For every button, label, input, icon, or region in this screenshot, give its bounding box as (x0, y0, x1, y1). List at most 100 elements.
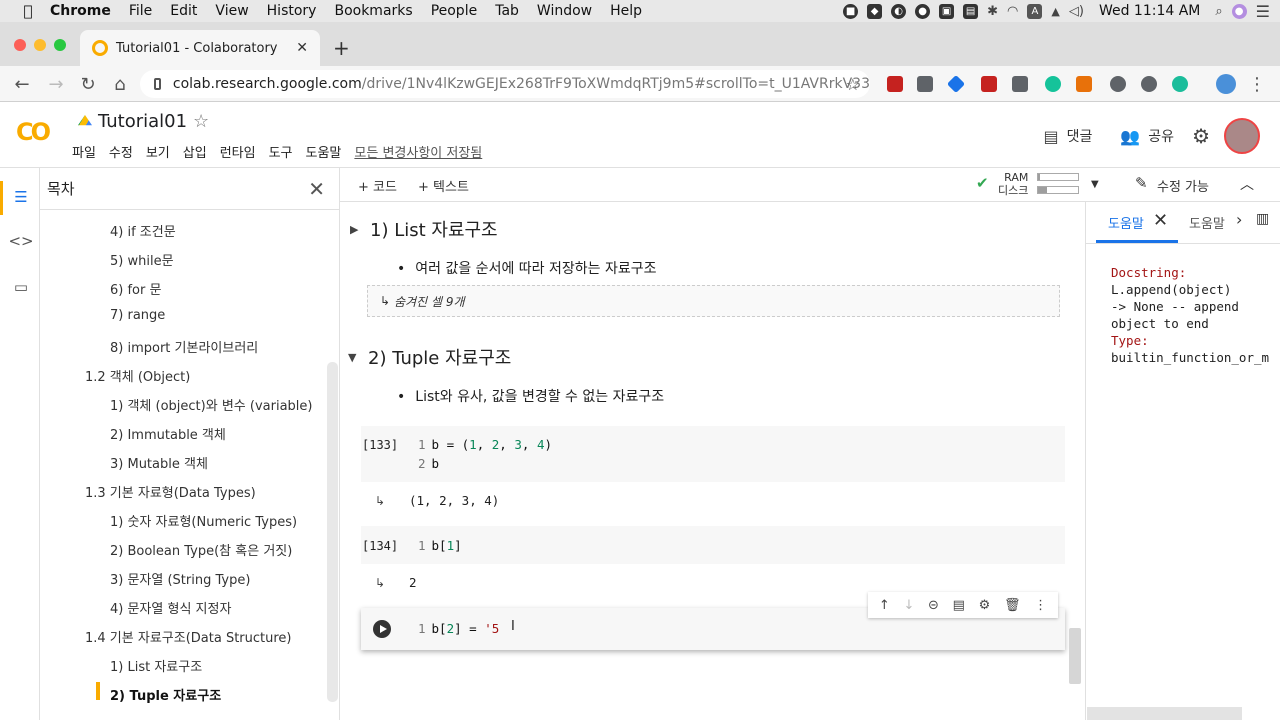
menu-history[interactable]: History (267, 3, 317, 19)
share-button[interactable]: 공유 (1148, 126, 1174, 146)
wifi-icon[interactable]: ◠ (1007, 4, 1018, 19)
section-heading-list[interactable]: ▶ 1) List 자료구조 (350, 216, 498, 242)
toc-item[interactable]: 4) 문자열 형식 지정자 (110, 598, 231, 617)
bluetooth-icon[interactable]: ✱ (987, 4, 998, 19)
menubar-app-icon[interactable]: ▣ (939, 3, 955, 19)
menu-tools-kr[interactable]: 도구 (269, 142, 293, 161)
add-code-button[interactable]: + 코드 (358, 176, 397, 195)
menu-help[interactable]: Help (610, 3, 642, 19)
code-editor-line[interactable]: 1 b[2] = '5 (418, 621, 499, 636)
toc-item[interactable]: 1.4 기본 자료구조(Data Structure) (85, 627, 292, 646)
apple-icon[interactable]:  (20, 2, 36, 20)
collapse-header-icon[interactable]: ︿ (1240, 174, 1254, 194)
menu-edit[interactable]: Edit (170, 3, 197, 19)
menubar-clock[interactable]: Wed 11:14 AM (1099, 3, 1200, 19)
toc-item[interactable]: 6) for 문 (110, 279, 161, 298)
close-help-tab-icon[interactable]: ✕ (1153, 210, 1168, 231)
code-cell-133[interactable]: [133] 1b = (1, 2, 3, 4) 2b (361, 426, 1065, 482)
toc-item[interactable]: 1) 숫자 자료형(Numeric Types) (110, 511, 297, 530)
files-folder-icon[interactable]: ▭ (12, 278, 30, 296)
move-down-icon[interactable]: ↓ (903, 598, 914, 613)
more-options-icon[interactable]: ⋮ (1034, 598, 1047, 613)
notebook-scrollbar[interactable] (1069, 628, 1081, 684)
home-button[interactable]: ⌂ (108, 72, 132, 96)
move-up-icon[interactable]: ↑ (879, 598, 890, 613)
panel-layout-icon[interactable]: ▥ (1256, 211, 1269, 227)
edit-pencil-icon[interactable]: ✎ (1135, 174, 1148, 192)
code-cell-134[interactable]: [134] 1 b[1] (361, 526, 1065, 564)
comment-icon[interactable]: ▤ (1043, 127, 1058, 146)
dropbox-icon[interactable]: ◆ (867, 3, 883, 19)
extension-4-icon[interactable] (981, 76, 997, 92)
close-tab-icon[interactable]: ✕ (296, 40, 308, 56)
stop-icon[interactable]: ■ (843, 3, 859, 19)
menu-view[interactable]: View (215, 3, 248, 19)
code-snippets-icon[interactable]: <> (8, 232, 33, 250)
code-line[interactable]: 1b = (1, 2, 3, 4) (418, 437, 552, 452)
collapse-arrow-icon[interactable]: ▼ (348, 351, 368, 364)
menu-bookmarks[interactable]: Bookmarks (334, 3, 412, 19)
menu-file-kr[interactable]: 파일 (72, 142, 96, 161)
menu-insert-kr[interactable]: 삽입 (183, 142, 207, 161)
share-people-icon[interactable]: 👥 (1120, 127, 1140, 146)
input-source-indicator[interactable]: A (1027, 3, 1043, 19)
code-line[interactable]: 1 b[1] (418, 538, 462, 553)
toc-list-icon[interactable]: ☰ (12, 188, 30, 206)
grammarly-icon[interactable] (1045, 76, 1061, 92)
chrome-menu-icon[interactable]: ⋮ (1245, 72, 1269, 96)
help-tab-active[interactable]: 도움말 (1108, 213, 1144, 232)
menu-view-kr[interactable]: 보기 (146, 142, 170, 161)
edit-mode-button[interactable]: 수정 가능 (1157, 176, 1209, 195)
menu-tab[interactable]: Tab (495, 3, 519, 19)
close-window-button[interactable] (14, 39, 26, 51)
extension-5-icon[interactable] (1012, 76, 1028, 92)
notification-center-icon[interactable]: ☰ (1256, 2, 1270, 21)
volume-icon[interactable]: ◁) (1069, 4, 1084, 19)
browser-tab[interactable]: Tutorial01 - Colaboratory ✕ (80, 30, 320, 66)
new-tab-button[interactable]: + (333, 36, 350, 60)
extension-10-icon[interactable] (1172, 76, 1188, 92)
expand-arrow-icon[interactable]: ▶ (350, 223, 370, 236)
comment-button[interactable]: 댓글 (1067, 126, 1093, 146)
toc-item[interactable]: 2) Boolean Type(참 혹은 거짓) (110, 540, 292, 559)
toc-item[interactable]: 2) Immutable 객체 (110, 424, 226, 443)
section-heading-tuple[interactable]: ▼ 2) Tuple 자료구조 (348, 344, 511, 370)
lock-icon[interactable]: ▤ (963, 3, 979, 19)
menu-people[interactable]: People (431, 3, 478, 19)
toc-item[interactable]: 8) import 기본라이브러리 (110, 337, 258, 356)
toc-item[interactable]: 1) 객체 (object)와 변수 (variable) (110, 395, 312, 414)
menu-runtime-kr[interactable]: 런타임 (220, 142, 256, 161)
toc-item[interactable]: 3) 문자열 (String Type) (110, 569, 250, 588)
toc-scrollbar[interactable] (327, 362, 338, 702)
close-toc-icon[interactable]: ✕ (308, 177, 325, 201)
extension-9-icon[interactable] (1141, 76, 1157, 92)
spotlight-search-icon[interactable]: ⌕ (1215, 4, 1222, 19)
output-arrow-icon[interactable]: ↳ (375, 494, 389, 508)
hidden-cells-button[interactable]: ↳ 숨겨진 셀 9개 (367, 285, 1060, 317)
secure-lock-icon[interactable] (154, 78, 161, 90)
output-arrow-icon[interactable]: ↳ (375, 576, 389, 590)
code-line[interactable]: 2b (418, 456, 439, 471)
link-icon[interactable]: ⊝ (928, 598, 939, 613)
chevron-right-icon[interactable]: › (1236, 210, 1242, 229)
toc-item[interactable]: 4) if 조건문 (110, 221, 176, 240)
comment-cell-icon[interactable]: ▤ (953, 598, 965, 613)
extension-3-icon[interactable] (946, 74, 966, 94)
menu-app-chrome[interactable]: Chrome (50, 3, 111, 19)
toc-item[interactable]: 1.3 기본 자료형(Data Types) (85, 482, 256, 501)
settings-gear-icon[interactable]: ⚙ (1192, 124, 1210, 148)
extension-8-icon[interactable] (1110, 76, 1126, 92)
toc-item[interactable]: 1) List 자료구조 (110, 656, 202, 675)
menu-help-kr[interactable]: 도움말 (306, 142, 342, 161)
toc-item[interactable]: 7) range (110, 308, 165, 323)
help-tab[interactable]: 도움말 (1189, 213, 1225, 232)
reload-button[interactable]: ↻ (76, 72, 100, 96)
zoom-window-button[interactable] (54, 39, 66, 51)
runtime-dropdown-icon[interactable]: ▼ (1091, 179, 1099, 190)
user-icon[interactable]: ● (1231, 3, 1247, 19)
extension-7-icon[interactable] (1076, 76, 1092, 92)
chat-icon[interactable]: ● (915, 3, 931, 19)
toc-item[interactable]: 1.2 객체 (Object) (85, 366, 190, 385)
extension-1-icon[interactable] (887, 76, 903, 92)
colab-logo[interactable]: CO (16, 118, 51, 146)
